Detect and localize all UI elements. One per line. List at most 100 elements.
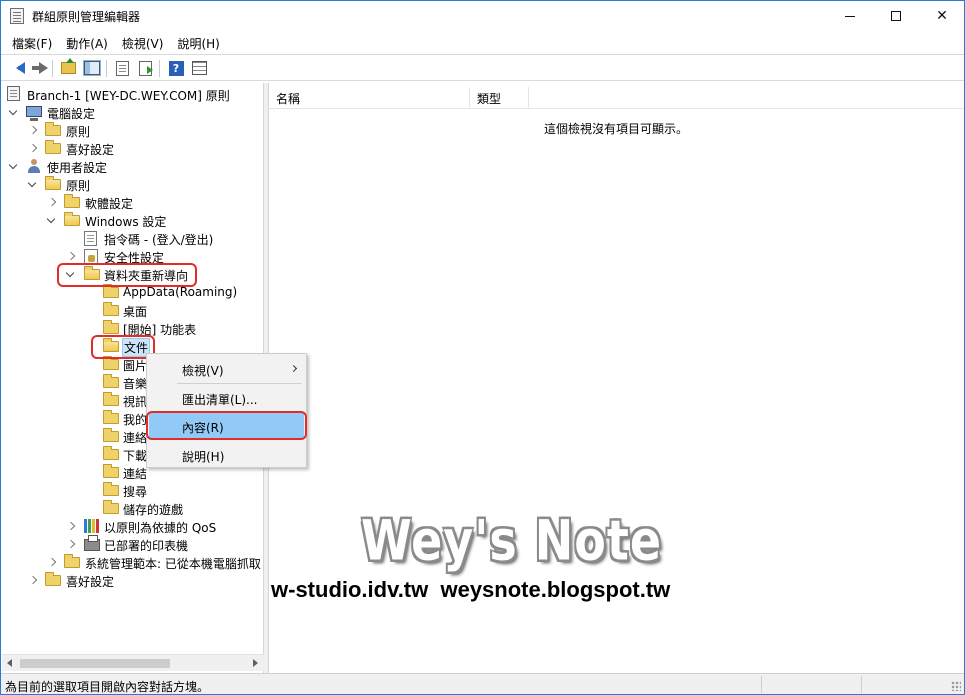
- up-one-level-button[interactable]: [59, 58, 77, 77]
- scroll-left-icon[interactable]: [7, 659, 12, 667]
- tree-item-label: 喜好設定: [66, 575, 115, 589]
- menu-help[interactable]: 說明(H): [170, 31, 226, 53]
- list-header: 名稱 類型: [269, 87, 964, 109]
- tree-item-uc-policies[interactable]: 原則: [2, 175, 263, 193]
- show-hide-tree-button[interactable]: [83, 59, 101, 77]
- chevron-right-icon[interactable]: [66, 540, 75, 549]
- context-menu-view[interactable]: 檢視(V): [149, 356, 304, 382]
- help-button[interactable]: ?: [167, 59, 185, 77]
- tree-item-label: 原則: [66, 179, 91, 193]
- tree-item-label: 資料夾重新導向: [104, 269, 189, 283]
- chevron-right-icon[interactable]: [47, 558, 56, 567]
- toolbar-separator: [52, 60, 53, 77]
- tree-item-label: 桌面: [123, 305, 148, 319]
- window-title: 群組原則管理編輯器: [32, 10, 141, 24]
- tree-item-label: 軟體設定: [85, 197, 134, 211]
- scroll-right-icon[interactable]: [253, 659, 258, 667]
- tree-item-cc-preferences[interactable]: 喜好設定: [2, 139, 263, 157]
- tree-item-software-settings[interactable]: 軟體設定: [2, 193, 263, 211]
- status-cell: [861, 676, 862, 693]
- chevron-right-icon: [289, 364, 298, 373]
- context-menu-help[interactable]: 說明(H): [149, 442, 304, 468]
- tree-item-root[interactable]: Branch-1 [WEY-DC.WEY.COM] 原則: [2, 85, 263, 103]
- tree-item-label: 已部署的印表機: [104, 539, 189, 553]
- menu-file[interactable]: 檔案(F): [5, 31, 59, 53]
- view-options-button[interactable]: [190, 59, 208, 77]
- tree-item-saved-games[interactable]: 儲存的遊戲: [2, 499, 263, 517]
- chevron-down-icon[interactable]: [47, 216, 56, 225]
- menu-bar: 檔案(F) 動作(A) 檢視(V) 說明(H): [1, 31, 964, 53]
- minimize-icon: [845, 15, 855, 17]
- close-icon: ✕: [936, 8, 948, 24]
- chevron-down-icon[interactable]: [9, 162, 18, 171]
- chevron-right-icon[interactable]: [66, 522, 75, 531]
- forward-button[interactable]: [29, 59, 48, 77]
- column-header-type[interactable]: 類型: [470, 87, 529, 109]
- folder-open-icon: [45, 176, 61, 190]
- tree-item-scripts[interactable]: 指令碼 - (登入/登出): [2, 229, 263, 247]
- tree-item-label: 安全性設定: [104, 251, 165, 265]
- chevron-right-icon[interactable]: [47, 198, 56, 207]
- tree-horizontal-scrollbar[interactable]: [2, 654, 264, 671]
- tree-item-start-menu[interactable]: [開始] 功能表: [2, 319, 263, 337]
- resize-grip-icon[interactable]: [951, 681, 961, 691]
- folder-icon: [45, 122, 61, 136]
- context-menu-export-list[interactable]: 匯出清單(L)...: [149, 385, 304, 411]
- folder-icon: [103, 302, 119, 316]
- folder-icon: [103, 284, 119, 298]
- tree-item-user-config[interactable]: 使用者設定: [2, 157, 263, 175]
- chevron-right-icon[interactable]: [66, 252, 75, 261]
- properties-button[interactable]: [113, 59, 131, 77]
- help-icon: ?: [168, 60, 184, 76]
- tree-item-searches[interactable]: 搜尋: [2, 481, 263, 499]
- tree-item-security-settings[interactable]: 安全性設定: [2, 247, 263, 265]
- scrollbar-thumb[interactable]: [20, 659, 170, 668]
- tree-item-folder-redirection[interactable]: 資料夾重新導向: [2, 265, 263, 283]
- tree-item-qos[interactable]: 以原則為依據的 QoS: [2, 517, 263, 535]
- back-arrow-icon: [15, 62, 25, 74]
- tree-item-windows-settings[interactable]: Windows 設定: [2, 211, 263, 229]
- chevron-down-icon[interactable]: [66, 270, 75, 279]
- chevron-down-icon[interactable]: [9, 108, 18, 117]
- properties-icon: [115, 60, 129, 76]
- chevron-right-icon[interactable]: [28, 144, 37, 153]
- context-menu: 檢視(V) 匯出清單(L)... 內容(R) 說明(H): [146, 353, 307, 468]
- title-bar[interactable]: 群組原則管理編輯器 ✕: [1, 1, 964, 31]
- chevron-down-icon[interactable]: [28, 180, 37, 189]
- back-button[interactable]: [7, 59, 25, 77]
- column-header-name[interactable]: 名稱: [269, 87, 470, 109]
- tree-item-cc-policies[interactable]: 原則: [2, 121, 263, 139]
- maximize-icon: [891, 11, 901, 21]
- tree-item-desktop[interactable]: 桌面: [2, 301, 263, 319]
- toolbar-separator: [106, 60, 107, 77]
- tree-item-deployed-printers[interactable]: 已部署的印表機: [2, 535, 263, 553]
- tree-item-label: 以原則為依據的 QoS: [104, 521, 217, 535]
- computer-icon: [26, 106, 42, 121]
- tree-item-label: [開始] 功能表: [123, 323, 197, 337]
- chevron-right-icon[interactable]: [28, 126, 37, 135]
- menu-view[interactable]: 檢視(V): [115, 31, 171, 53]
- toolbar: ?: [1, 54, 964, 81]
- folder-icon: [103, 410, 119, 424]
- tree-item-computer-config[interactable]: 電腦設定: [2, 103, 263, 121]
- tree-item-label: Windows 設定: [85, 215, 167, 229]
- close-button[interactable]: ✕: [919, 1, 965, 31]
- tree-item-label: 指令碼 - (登入/登出): [104, 233, 214, 247]
- tree-item-label: 電腦設定: [47, 107, 96, 121]
- status-bar: 為目前的選取項目開啟內容對話方塊。: [1, 673, 964, 694]
- folder-open-icon: [64, 212, 80, 226]
- context-menu-label: 匯出清單(L)...: [182, 393, 258, 407]
- tree-item-uc-preferences[interactable]: 喜好設定: [2, 571, 263, 589]
- export-list-button[interactable]: [136, 59, 154, 77]
- tree-item-label: 原則: [66, 125, 91, 139]
- context-menu-properties[interactable]: 內容(R): [149, 413, 304, 439]
- view-options-icon: [191, 61, 207, 75]
- folder-icon: [103, 356, 119, 370]
- maximize-button[interactable]: [873, 1, 919, 31]
- tree-item-label: 喜好設定: [66, 143, 115, 157]
- minimize-button[interactable]: [827, 1, 873, 31]
- chevron-right-icon[interactable]: [28, 576, 37, 585]
- tree-item-appdata[interactable]: AppData(Roaming): [2, 283, 263, 301]
- tree-item-admin-templates[interactable]: 系統管理範本: 已從本機電腦抓取: [2, 553, 263, 571]
- menu-action[interactable]: 動作(A): [59, 31, 115, 53]
